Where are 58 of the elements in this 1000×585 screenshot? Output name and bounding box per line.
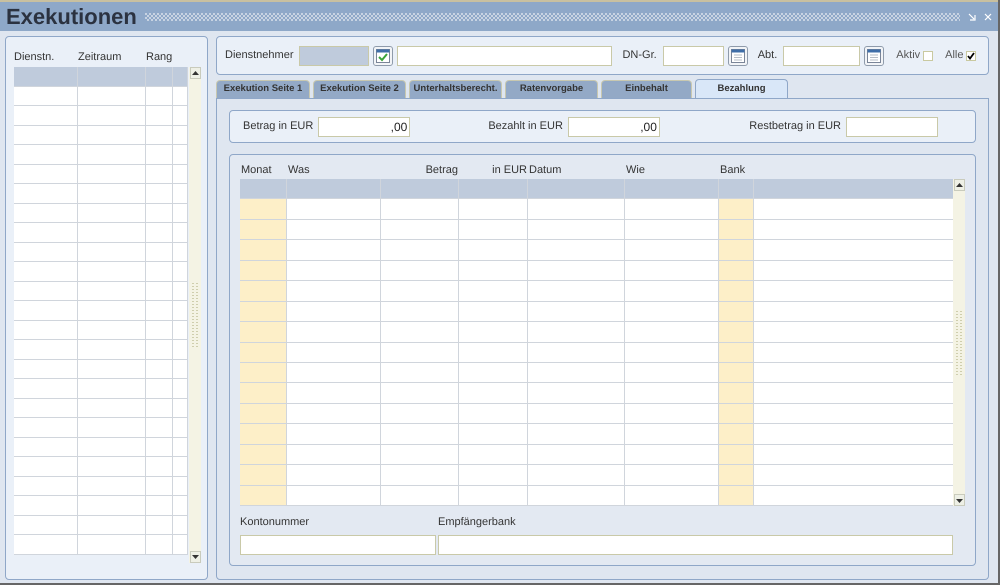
check-calendar-icon xyxy=(376,48,390,62)
lookup-button[interactable] xyxy=(864,46,884,66)
tab[interactable]: Unterhaltsberecht. xyxy=(409,80,502,98)
minimize-icon[interactable] xyxy=(968,12,976,20)
check-icon xyxy=(967,52,976,60)
column-header: Bank xyxy=(719,163,746,178)
employee-id-field[interactable] xyxy=(299,46,370,66)
checkbox-label: Aktiv xyxy=(896,48,920,64)
column-header: Monat xyxy=(240,163,273,178)
caret-up-icon xyxy=(956,182,962,188)
calendar-icon xyxy=(730,48,745,62)
lookup-button[interactable] xyxy=(728,46,748,66)
group-field[interactable] xyxy=(662,46,724,66)
column-header: in EUR xyxy=(491,163,528,178)
caret-up-icon xyxy=(192,70,198,76)
checkbox[interactable] xyxy=(966,50,976,60)
amount-field[interactable]: ,00 xyxy=(568,116,660,136)
calendar-icon xyxy=(867,48,882,62)
scroll-down-button[interactable] xyxy=(190,550,200,562)
amount-field[interactable] xyxy=(846,116,938,136)
tab[interactable]: Exekution Seite 1 xyxy=(216,80,310,98)
field-label: Bezahlt in EUR xyxy=(488,119,563,134)
caret-down-icon xyxy=(192,554,198,559)
field-label: Abt. xyxy=(758,48,778,64)
employee-name-field[interactable] xyxy=(397,46,612,66)
tab[interactable]: Exekution Seite 2 xyxy=(313,80,406,98)
department-field[interactable] xyxy=(783,46,860,66)
account-number-field[interactable] xyxy=(240,534,436,554)
window-title: Exekutionen xyxy=(6,6,137,28)
field-label: Empfängerbank xyxy=(438,515,517,530)
grip-icon xyxy=(192,282,198,347)
column-header: Datum xyxy=(528,163,562,178)
grip-icon xyxy=(956,310,962,374)
scrollbar[interactable] xyxy=(953,179,965,506)
checkbox-label: Alle xyxy=(945,48,964,64)
tab[interactable]: Einbehalt xyxy=(601,80,692,98)
field-label: Kontonummer xyxy=(240,515,310,530)
field-label: DN-Gr. xyxy=(622,48,657,64)
field-label: Betrag in EUR xyxy=(243,119,314,134)
column-header: Dienstn. xyxy=(14,50,56,64)
recipient-bank-field[interactable] xyxy=(438,534,953,554)
amount-field[interactable]: ,00 xyxy=(318,116,410,136)
column-header: Betrag xyxy=(424,163,459,178)
scrollbar[interactable] xyxy=(189,67,201,562)
caret-down-icon xyxy=(956,498,962,502)
tab[interactable]: Bezahlung xyxy=(695,79,788,98)
column-header: Zeitraum xyxy=(78,50,122,64)
field-label: Restbetrag in EUR xyxy=(749,119,841,134)
column-header: Wie xyxy=(625,163,646,178)
column-header: Rang xyxy=(146,50,173,64)
field-label: Dienstnehmer xyxy=(225,48,294,64)
lookup-button[interactable] xyxy=(373,46,394,66)
column-header: Was xyxy=(287,163,311,178)
scroll-up-button[interactable] xyxy=(954,179,964,191)
close-icon[interactable] xyxy=(984,12,992,20)
scroll-up-button[interactable] xyxy=(190,67,200,79)
scroll-down-button[interactable] xyxy=(954,494,964,506)
tab[interactable]: Ratenvorgabe xyxy=(505,80,598,98)
